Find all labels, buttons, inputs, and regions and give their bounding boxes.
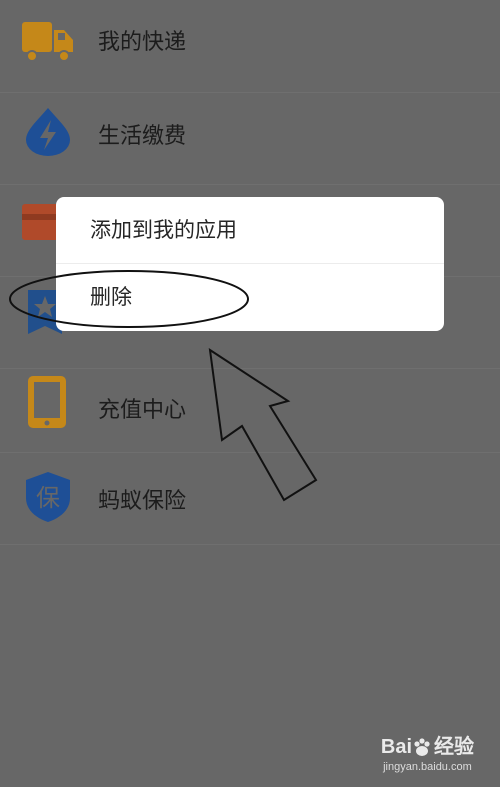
list-item-label: 蚂蚁保险 — [98, 489, 187, 514]
context-menu: 添加到我的应用 删除 — [56, 197, 444, 331]
tablet-icon — [28, 376, 66, 428]
list-item-express[interactable]: 我的快递 — [0, 0, 500, 93]
list-item-topup[interactable]: 充值中心 — [0, 360, 500, 453]
list-item-label: 生活缴费 — [98, 124, 187, 149]
delivery-truck-icon — [22, 22, 73, 62]
lightning-drop-icon — [26, 108, 70, 156]
list-item-utility[interactable]: 生活缴费 — [0, 92, 500, 185]
insurance-shield-icon: 保 — [26, 472, 70, 522]
watermark-url: jingyan.baidu.com — [383, 761, 472, 773]
watermark-brand-right: 经验 — [434, 736, 474, 758]
paw-icon — [414, 738, 430, 756]
list-item-label: 充值中心 — [98, 398, 187, 423]
delete-menu-item[interactable]: 删除 — [56, 264, 444, 331]
insurance-glyph: 保 — [36, 484, 60, 512]
add-to-my-apps-menu-item[interactable]: 添加到我的应用 — [56, 197, 444, 264]
watermark-brand-left: Bai — [380, 736, 412, 758]
list-item-label: 我的快递 — [98, 30, 187, 55]
list-item-insurance[interactable]: 保 蚂蚁保险 — [0, 452, 500, 545]
baidu-jingyan-watermark: Bai 经验 jingyan.baidu.com — [381, 730, 474, 773]
